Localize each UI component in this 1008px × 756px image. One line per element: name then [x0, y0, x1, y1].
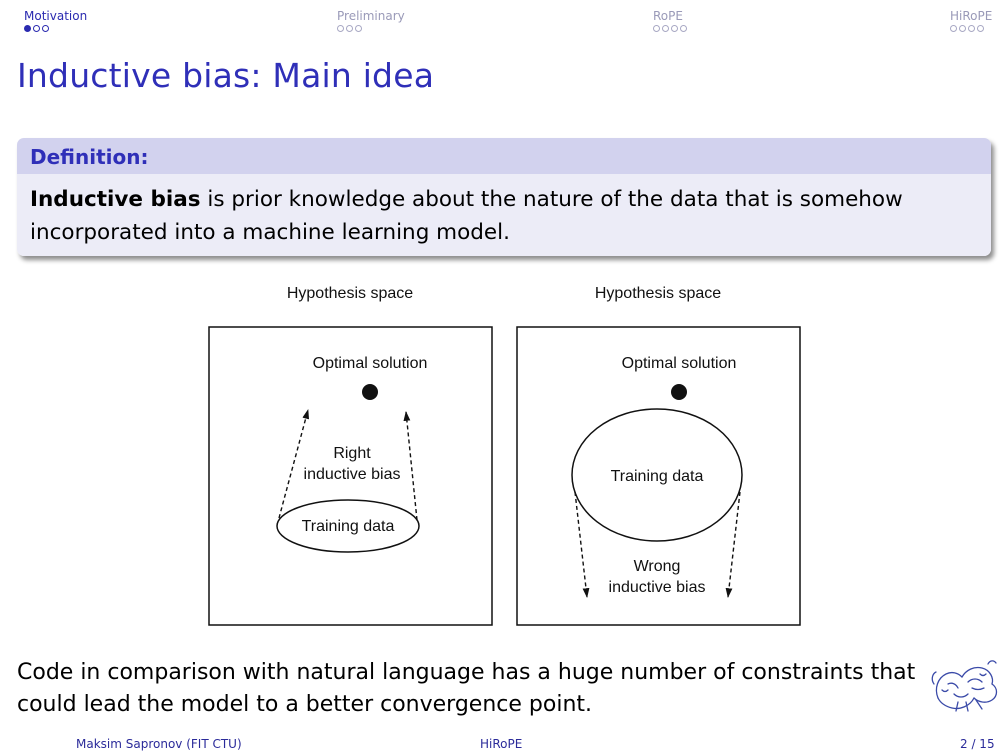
nav-section-motivation[interactable]: Motivation: [24, 9, 87, 32]
right-panel-title: Hypothesis space: [595, 285, 721, 302]
nav-frame-dot[interactable]: [42, 25, 49, 32]
nav-frame-dots: [24, 25, 87, 32]
left-optimal-label: Optimal solution: [313, 355, 428, 372]
section-navigation: Motivation Preliminary RoPE HiRoPE: [0, 9, 1008, 39]
nav-frame-dot[interactable]: [950, 25, 957, 32]
nav-frame-dot[interactable]: [662, 25, 669, 32]
right-optimal-label: Optimal solution: [622, 355, 737, 372]
left-bias-arrow: [278, 409, 310, 519]
nav-frame-dot[interactable]: [355, 25, 362, 32]
definition-heading: Definition:: [17, 138, 991, 174]
definition-body: Inductive bias is prior knowledge about …: [17, 174, 991, 256]
nav-frame-dot[interactable]: [671, 25, 678, 32]
right-optimal-point: [671, 384, 687, 400]
nav-frame-dot[interactable]: [24, 25, 31, 32]
left-bias-label-line2: inductive bias: [304, 466, 401, 483]
nav-frame-dot[interactable]: [653, 25, 660, 32]
nav-frame-dot[interactable]: [977, 25, 984, 32]
frame-title: Inductive bias: Main idea: [17, 56, 435, 95]
nav-frame-dot[interactable]: [346, 25, 353, 32]
nav-section-label[interactable]: HiRoPE: [950, 9, 992, 23]
nav-frame-dots: [950, 25, 992, 32]
nav-section-label[interactable]: RoPE: [653, 9, 687, 23]
nav-section-label[interactable]: Preliminary: [337, 9, 405, 23]
left-optimal-point: [362, 384, 378, 400]
right-bias-label-line1: Wrong: [634, 558, 681, 575]
footer-title: HiRoPE: [480, 737, 523, 751]
left-bias-label-line1: Right: [333, 445, 371, 462]
nav-frame-dot[interactable]: [968, 25, 975, 32]
nav-frame-dot[interactable]: [680, 25, 687, 32]
nav-frame-dot[interactable]: [959, 25, 966, 32]
footer-page-number: 2 / 15: [960, 737, 995, 751]
left-training-data-label: Training data: [302, 518, 395, 535]
right-training-data-label: Training data: [611, 468, 704, 485]
nav-frame-dots: [337, 25, 405, 32]
definition-block: Definition: Inductive bias is prior know…: [17, 138, 991, 256]
inductive-bias-figure: Hypothesis space Optimal solution Right …: [208, 285, 801, 626]
nav-frame-dot[interactable]: [33, 25, 40, 32]
university-logo-icon: [931, 660, 998, 712]
nav-section-rope[interactable]: RoPE: [653, 9, 687, 32]
nav-section-preliminary[interactable]: Preliminary: [337, 9, 405, 32]
left-bias-arrow: [403, 411, 418, 521]
right-bias-label-line2: inductive bias: [609, 579, 706, 596]
nav-frame-dot[interactable]: [337, 25, 344, 32]
nav-section-hirope[interactable]: HiRoPE: [950, 9, 992, 32]
body-paragraph: Code in comparison with natural language…: [17, 660, 916, 717]
definition-term: Inductive bias: [30, 187, 201, 212]
left-panel-title: Hypothesis space: [287, 285, 413, 302]
nav-section-label[interactable]: Motivation: [24, 9, 87, 23]
footer-author: Maksim Sapronov (FIT CTU): [76, 737, 242, 751]
nav-frame-dots: [653, 25, 687, 32]
